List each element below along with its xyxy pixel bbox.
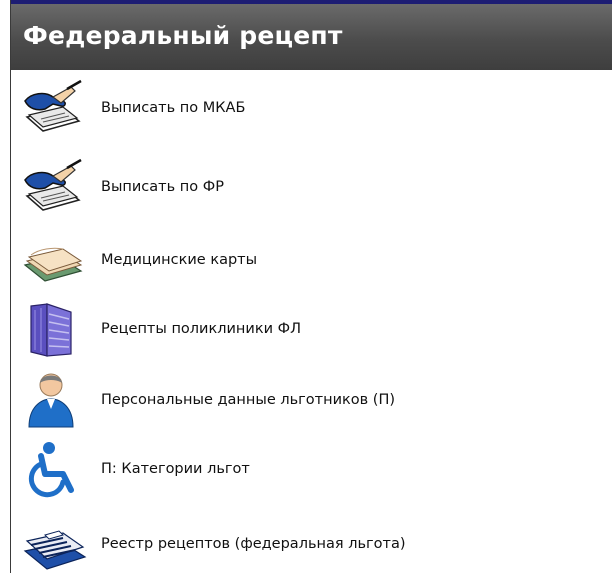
recipes-folder-icon: [19, 300, 101, 358]
menu-item-clinic-recipes[interactable]: Рецепты поликлиники ФЛ: [11, 299, 601, 359]
menu-item-label: Выписать по МКАБ: [101, 100, 246, 116]
menu-item-label: Выписать по ФР: [101, 179, 224, 195]
menu-item-medical-cards[interactable]: Медицинские карты: [11, 230, 601, 290]
menu-item-recipe-register[interactable]: Реестр рецептов (федеральная льгота): [11, 514, 601, 574]
menu-item-label: Рецепты поликлиники ФЛ: [101, 321, 302, 337]
menu-item-label: П: Категории льгот: [101, 461, 250, 477]
menu-item-benefit-categories[interactable]: П: Категории льгот: [11, 439, 601, 499]
menu-item-write-fr[interactable]: Выписать по ФР: [11, 157, 601, 217]
medical-cards-icon: [19, 231, 101, 289]
wheelchair-icon: [19, 440, 101, 498]
menu-item-personal-data[interactable]: Персональные данные льготников (П): [11, 370, 601, 430]
federal-recipe-panel: Федеральный рецепт Выписать по МКАБ Выпи…: [10, 0, 612, 573]
writing-hand-icon: [19, 79, 101, 137]
panel-title: Федеральный рецепт: [11, 0, 612, 70]
person-icon: [19, 371, 101, 429]
writing-hand-icon: [19, 158, 101, 216]
menu-item-label: Реестр рецептов (федеральная льгота): [101, 536, 406, 552]
card-register-icon: [19, 515, 101, 573]
menu-item-label: Медицинские карты: [101, 252, 258, 268]
menu-item-write-mkab[interactable]: Выписать по МКАБ: [11, 78, 601, 138]
menu-item-label: Персональные данные льготников (П): [101, 392, 396, 408]
